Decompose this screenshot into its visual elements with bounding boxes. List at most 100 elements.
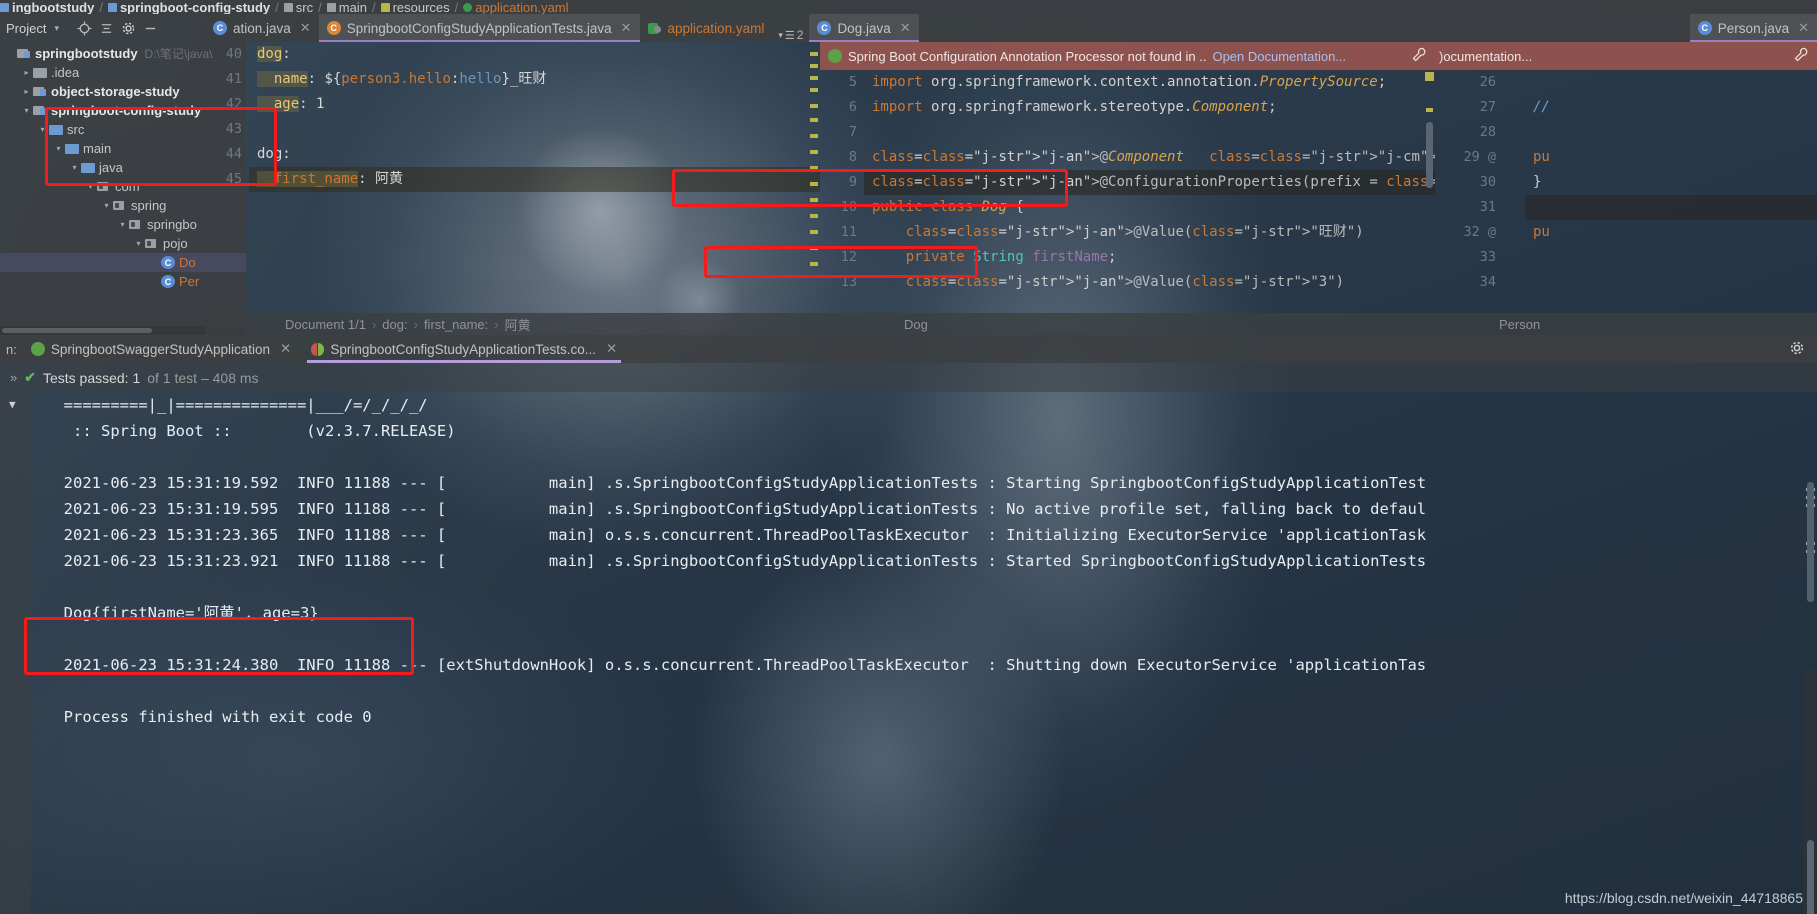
chevron-down-icon[interactable]: ▾ [84, 182, 97, 191]
hide-panel-icon[interactable] [139, 17, 161, 39]
folder-icon [33, 67, 47, 78]
footer-crumb[interactable]: first_name: [424, 317, 488, 332]
java-code-line[interactable]: pu [1525, 220, 1817, 245]
yaml-code-line[interactable]: dog: [249, 142, 820, 167]
java-code-line[interactable] [1525, 70, 1817, 95]
line-number: 9 [848, 174, 857, 190]
yaml-code-line[interactable]: age: 1 [249, 92, 820, 117]
code-token: class=class="j-str">"j-an" [872, 149, 1092, 165]
chevron-down-icon[interactable]: ▾ [52, 144, 65, 153]
java-code-line[interactable] [1525, 195, 1817, 220]
locate-icon[interactable] [73, 17, 95, 39]
dog-vertical-scrollbar[interactable] [1426, 122, 1433, 188]
person-code-lines[interactable]: // pu} pu [1525, 70, 1817, 295]
line-number: 33 [1479, 249, 1496, 265]
console-line: Dog{firstName='阿黄', age=3} [45, 604, 319, 622]
java-code-line[interactable] [864, 120, 1435, 145]
java-code-line[interactable]: class=class="j-str">"j-an">@Value(class=… [864, 220, 1435, 245]
java-code-line[interactable]: public class Dog { [864, 195, 1435, 220]
java-code-line[interactable]: import org.springframework.stereotype.Co… [864, 95, 1435, 120]
package-icon [145, 238, 159, 250]
java-code-line[interactable]: import org.springframework.context.annot… [864, 70, 1435, 95]
line-number: 10 [840, 199, 857, 215]
yaml-code-line[interactable]: name: ${person3.hello:hello}_旺财 [249, 67, 820, 92]
run-tab-springbootswaggerstudyapplication[interactable]: SpringbootSwaggerStudyApplication ✕ [21, 335, 301, 363]
chevron-down-icon[interactable]: ▾ [116, 220, 129, 229]
chevron-right-icon[interactable]: ▸ [20, 87, 33, 96]
wrench-icon[interactable] [1412, 47, 1427, 65]
chevron-down-icon[interactable]: ▾ [36, 125, 49, 134]
java-code-line[interactable] [1525, 120, 1817, 145]
java-code-line[interactable]: class=class="j-str">"j-an">@Configuratio… [864, 170, 1435, 195]
console-line: :: Spring Boot :: (v2.3.7.RELEASE) [45, 422, 456, 440]
java-code-line[interactable]: class=class="j-str">"j-an">@Value(class=… [864, 270, 1435, 295]
breadcrumb-item-main[interactable]: main [326, 0, 367, 14]
close-icon[interactable]: ✕ [900, 20, 911, 36]
code-token: : [282, 146, 291, 162]
java-code-line[interactable]: private String firstName; [864, 245, 1435, 270]
console-line: 2021-06-23 15:31:24.380 INFO 11188 --- [… [45, 656, 1427, 674]
close-icon[interactable]: ✕ [1798, 20, 1809, 36]
footer-crumb[interactable]: 阿黄 [505, 315, 531, 334]
chevron-down-icon[interactable]: ▾ [68, 163, 81, 172]
run-tab-springbootconfigstudyapplicationtests-co-[interactable]: SpringbootConfigStudyApplicationTests.co… [301, 335, 627, 363]
java-code-line[interactable] [1525, 270, 1817, 295]
breadcrumb-item-src[interactable]: src [283, 0, 313, 14]
module-icon [107, 2, 117, 12]
breadcrumb-item-application-yaml[interactable]: application.yaml [463, 0, 568, 14]
close-icon[interactable]: ✕ [621, 20, 632, 36]
breadcrumb-item-resources[interactable]: resources [380, 0, 450, 14]
console-output[interactable]: ▼ =========|_|==============|___/=/_/_/_… [0, 392, 1817, 914]
yaml-code-line[interactable]: first_name: 阿黄 [249, 167, 820, 192]
breadcrumb-item-label: main [338, 0, 367, 14]
tab-overflow-badge[interactable]: ▾ ☰ 2 [772, 28, 809, 42]
console-fold-gutter[interactable]: ▼ [0, 392, 31, 914]
chevron-right-icon[interactable]: ▸ [20, 68, 33, 77]
editor-tab-ation-java[interactable]: Cation.java ✕ [205, 14, 319, 42]
java-code-line[interactable]: } [1525, 170, 1817, 195]
yaml-error-stripe[interactable] [808, 42, 820, 335]
settings-gear-icon[interactable] [1789, 340, 1805, 359]
fold-arrow-icon[interactable]: ▼ [9, 398, 16, 411]
java-code-line[interactable]: class=class="j-str">"j-an">@Component cl… [864, 145, 1435, 170]
project-panel-title[interactable]: Project [6, 21, 46, 36]
settings-gear-icon[interactable] [117, 17, 139, 39]
line-number: 7 [848, 124, 857, 140]
dog-code-lines[interactable]: import org.springframework.context.annot… [864, 70, 1435, 295]
console-line: 2021-06-23 15:31:23.921 INFO 11188 --- [… [45, 552, 1427, 570]
wrench-icon[interactable] [1794, 47, 1809, 65]
breadcrumb-item-ingbootstudy[interactable]: ingbootstudy [0, 0, 94, 14]
project-tree-item-label: spring [131, 198, 167, 213]
editor-tab-springbootconfigstudyapplicationtests-java[interactable]: C SpringbootConfigStudyApplicationTests.j… [318, 14, 640, 42]
java-code-line[interactable]: pu [1525, 145, 1817, 170]
close-icon[interactable]: ✕ [300, 20, 311, 36]
code-token: hello [459, 71, 502, 87]
editor-tab-person-java[interactable]: C Person.java ✕ [1689, 14, 1817, 42]
chevron-down-icon[interactable]: ▾ [132, 239, 145, 248]
open-documentation-link[interactable]: Open Documentation... [1212, 49, 1346, 64]
breadcrumb-item-springboot-config-study[interactable]: springboot-config-study [107, 0, 270, 14]
chevron-down-icon[interactable]: ▾ [100, 201, 113, 210]
console-line: 2021-06-23 15:31:23.365 INFO 11188 --- [… [45, 526, 1427, 544]
code-token: ${ [324, 71, 342, 87]
collapse-all-icon[interactable] [95, 17, 117, 39]
editor-tab-dog-java[interactable]: C Dog.java ✕ [809, 14, 919, 42]
yaml-code-line[interactable] [249, 117, 820, 142]
java-code-line[interactable]: // [1525, 95, 1817, 120]
close-icon[interactable]: ✕ [280, 341, 291, 357]
window-edge-scrollbar[interactable] [1803, 670, 1817, 914]
close-icon[interactable]: ✕ [606, 341, 617, 357]
yaml-code-lines[interactable]: dog: name: ${person3.hello: hello}_旺财 age… [249, 42, 820, 192]
dog-error-stripe[interactable] [1424, 70, 1435, 335]
java-code-line[interactable] [1525, 245, 1817, 270]
yaml-code-line[interactable]: dog: [249, 42, 820, 67]
expand-chevron-icon[interactable]: » [10, 370, 17, 385]
chevron-down-icon[interactable]: ▾ [54, 23, 59, 34]
test-status-bar: » ✔ Tests passed: 1 of 1 test – 408 ms [0, 363, 1817, 392]
line-number: 26 [1479, 74, 1496, 90]
footer-crumb[interactable]: dog: [382, 317, 407, 332]
console-vertical-scrollbar[interactable] [1807, 482, 1814, 602]
chevron-down-icon[interactable]: ▾ [20, 106, 33, 115]
editor-tab-application-yaml[interactable]: application.yaml [640, 14, 773, 42]
